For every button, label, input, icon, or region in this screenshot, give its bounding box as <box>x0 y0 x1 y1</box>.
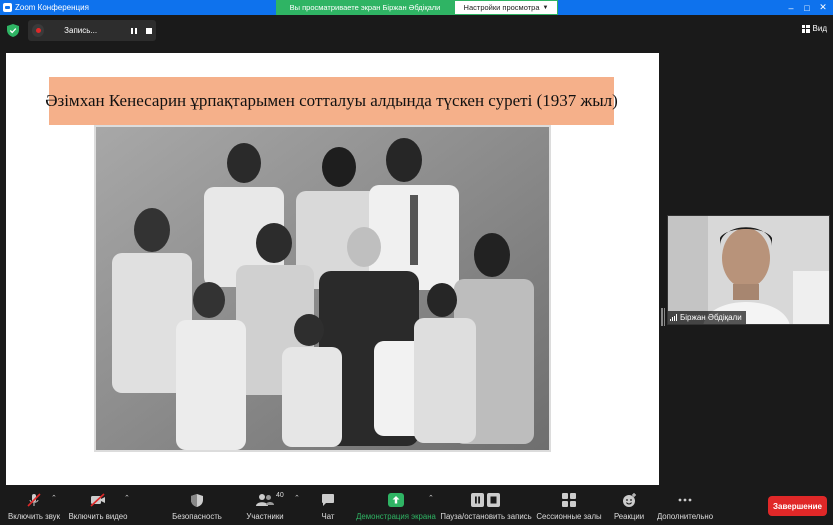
signal-strength-icon <box>670 314 677 321</box>
more-button[interactable]: Дополнительно <box>656 487 714 525</box>
maximize-icon[interactable]: □ <box>799 0 815 15</box>
chat-bubble-icon <box>319 491 337 509</box>
pause-recording-icon[interactable] <box>128 24 141 38</box>
zoom-logo-icon <box>3 3 12 12</box>
participant-name: Біржан Әбдіқали <box>680 313 742 322</box>
stop-recording-icon[interactable] <box>143 24 156 38</box>
view-settings-label: Настройки просмотра <box>463 3 540 12</box>
chat-label: Чат <box>321 512 335 521</box>
share-screen-label: Демонстрация экрана <box>356 512 436 521</box>
participant-video-image <box>668 216 829 324</box>
breakout-rooms-icon <box>560 491 578 509</box>
security-shield-icon <box>188 491 206 509</box>
reactions-emoji-icon <box>620 491 638 509</box>
view-label: Вид <box>812 24 827 33</box>
video-off-icon <box>89 491 107 509</box>
unmute-button[interactable]: Включить звук <box>5 487 63 525</box>
security-label: Безопасность <box>172 512 222 521</box>
breakout-rooms-label: Сессионные залы <box>536 512 602 521</box>
shield-check-icon[interactable] <box>7 24 19 37</box>
share-options-chevron-icon[interactable]: ⌃ <box>428 494 434 502</box>
view-button[interactable]: Вид <box>801 24 827 33</box>
pause-stop-recording-icon <box>470 491 502 509</box>
audio-options-chevron-icon[interactable]: ⌃ <box>51 494 57 502</box>
end-meeting-button[interactable]: Завершение <box>768 496 827 516</box>
family-photo <box>94 125 551 452</box>
presentation-slide: Әзімхан Кенесарин ұрпақтарымен сотталуы … <box>6 53 659 485</box>
chat-button[interactable]: Чат <box>314 487 342 525</box>
minimize-icon[interactable]: – <box>783 0 799 15</box>
participants-count: 40 <box>276 492 284 499</box>
app-title: Zoom Конференция <box>0 3 89 12</box>
more-label: Дополнительно <box>656 512 714 521</box>
participant-name-tag: Біржан Әбдіқали <box>668 311 746 324</box>
screen-share-banner-text: Вы просматриваете экран Біржан Әбдіқали <box>289 3 441 12</box>
app-title-text: Zoom Конференция <box>15 3 89 12</box>
view-settings-button[interactable]: Настройки просмотра ▼ <box>454 0 558 15</box>
pause-stop-recording-label: Пауза/остановить запись <box>440 512 532 521</box>
meeting-top-bar: Запись... Вид <box>0 15 833 46</box>
start-video-label: Включить видео <box>68 512 128 521</box>
participant-video-tile[interactable]: Біржан Әбдіқали <box>667 215 830 325</box>
reactions-label: Реакции <box>613 512 645 521</box>
participants-options-chevron-icon[interactable]: ⌃ <box>294 494 300 502</box>
pause-stop-recording-button[interactable]: Пауза/остановить запись <box>440 487 532 525</box>
breakout-rooms-button[interactable]: Сессионные залы <box>536 487 602 525</box>
security-button[interactable]: Безопасность <box>168 487 226 525</box>
meeting-toolbar: Включить звук ⌃ Включить видео ⌃ Безопас… <box>0 487 833 525</box>
close-icon[interactable]: ✕ <box>815 0 831 15</box>
grid-view-icon <box>801 24 810 33</box>
video-options-chevron-icon[interactable]: ⌃ <box>124 494 130 502</box>
participants-icon <box>256 491 274 509</box>
unmute-label: Включить звук <box>8 512 60 521</box>
panel-resize-handle[interactable] <box>661 308 664 326</box>
share-screen-icon <box>387 491 405 509</box>
more-dots-icon <box>676 491 694 509</box>
recording-indicator: Запись... <box>28 20 156 41</box>
record-dot-icon <box>32 24 45 37</box>
window-controls: – □ ✕ <box>783 0 831 15</box>
shared-screen-area: Әзімхан Кенесарин ұрпақтарымен сотталуы … <box>0 46 833 487</box>
participants-label: Участники <box>246 512 284 521</box>
family-photo-image <box>94 125 551 452</box>
recording-label: Запись... <box>64 26 98 35</box>
share-screen-button[interactable]: Демонстрация экрана <box>356 487 436 525</box>
start-video-button[interactable]: Включить видео <box>68 487 128 525</box>
chevron-down-icon: ▼ <box>542 4 549 11</box>
slide-title: Әзімхан Кенесарин ұрпақтарымен сотталуы … <box>45 77 618 125</box>
reactions-button[interactable]: Реакции <box>612 487 646 525</box>
microphone-muted-icon <box>25 491 43 509</box>
screen-share-banner: Вы просматриваете экран Біржан Әбдіқали <box>276 0 454 15</box>
